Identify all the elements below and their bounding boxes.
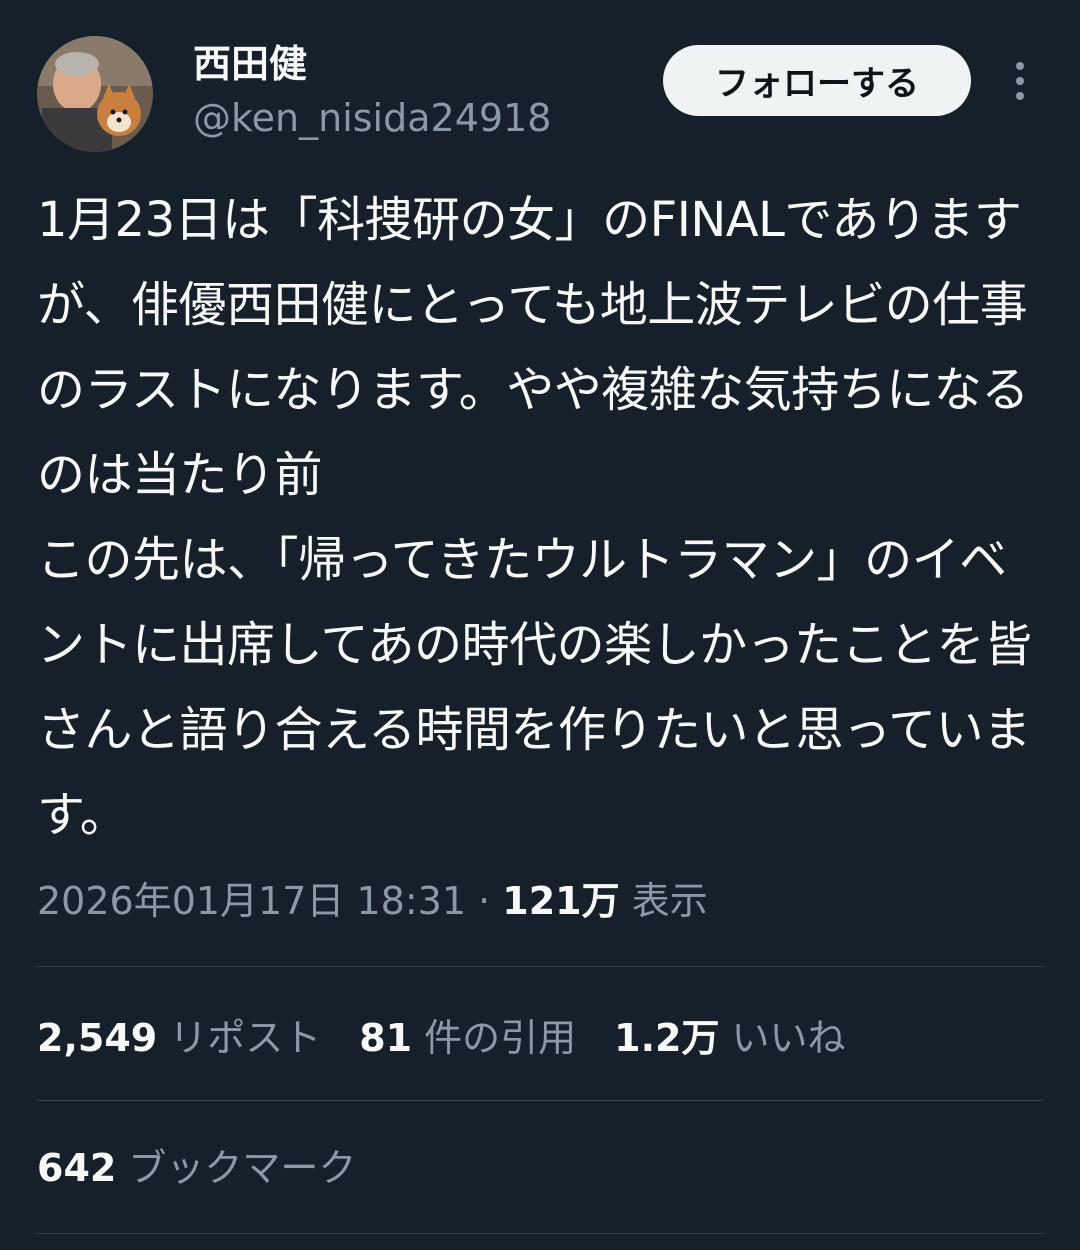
likes-count: 1.2万 bbox=[614, 1016, 720, 1060]
reposts-count: 2,549 bbox=[37, 1016, 158, 1060]
quotes-label: 件の引用 bbox=[424, 1016, 577, 1060]
tweet-timestamp[interactable]: 2026年01月17日 18:31 bbox=[37, 879, 466, 923]
more-dot bbox=[1016, 92, 1024, 100]
quotes-stat[interactable]: 81 件の引用 bbox=[359, 1008, 576, 1068]
more-vertical-icon[interactable] bbox=[1000, 56, 1040, 106]
views-label: 表示 bbox=[631, 879, 708, 923]
divider bbox=[37, 966, 1043, 967]
likes-label: いいね bbox=[731, 1016, 846, 1060]
engagement-stats: 2,549 リポスト 81 件の引用 1.2万 いいね bbox=[37, 1008, 845, 1068]
quotes-count: 81 bbox=[359, 1016, 413, 1060]
reposts-stat[interactable]: 2,549 リポスト bbox=[37, 1008, 321, 1068]
follow-button[interactable]: フォローする bbox=[663, 45, 971, 116]
divider bbox=[37, 1233, 1043, 1234]
more-dot bbox=[1016, 62, 1024, 70]
tweet-meta: 2026年01月17日 18:31 · 121万 表示 bbox=[37, 872, 708, 930]
divider bbox=[37, 1100, 1043, 1101]
author-avatar[interactable] bbox=[37, 36, 153, 152]
bookmarks-stat[interactable]: 642 ブックマーク bbox=[37, 1138, 356, 1198]
meta-separator: · bbox=[478, 879, 491, 923]
bookmarks-count: 642 bbox=[37, 1146, 117, 1190]
likes-stat[interactable]: 1.2万 いいね bbox=[614, 1008, 845, 1068]
tweet-header: 西田健 @ken_nisida24918 フォローする bbox=[0, 0, 1080, 170]
author-display-name[interactable]: 西田健 bbox=[193, 40, 307, 88]
avatar-image bbox=[37, 36, 153, 152]
views-count: 121万 bbox=[502, 879, 620, 923]
bookmarks-label: ブックマーク bbox=[128, 1146, 357, 1190]
tweet-text: 1月23日は「科捜研の女」のFINALでありますが、俳優西田健にとっても地上波テ… bbox=[37, 192, 1032, 843]
author-handle[interactable]: @ken_nisida24918 bbox=[193, 94, 551, 142]
reposts-label: リポスト bbox=[169, 1016, 322, 1060]
more-dot bbox=[1016, 77, 1024, 85]
bookmark-stats: 642 ブックマーク bbox=[37, 1138, 356, 1198]
